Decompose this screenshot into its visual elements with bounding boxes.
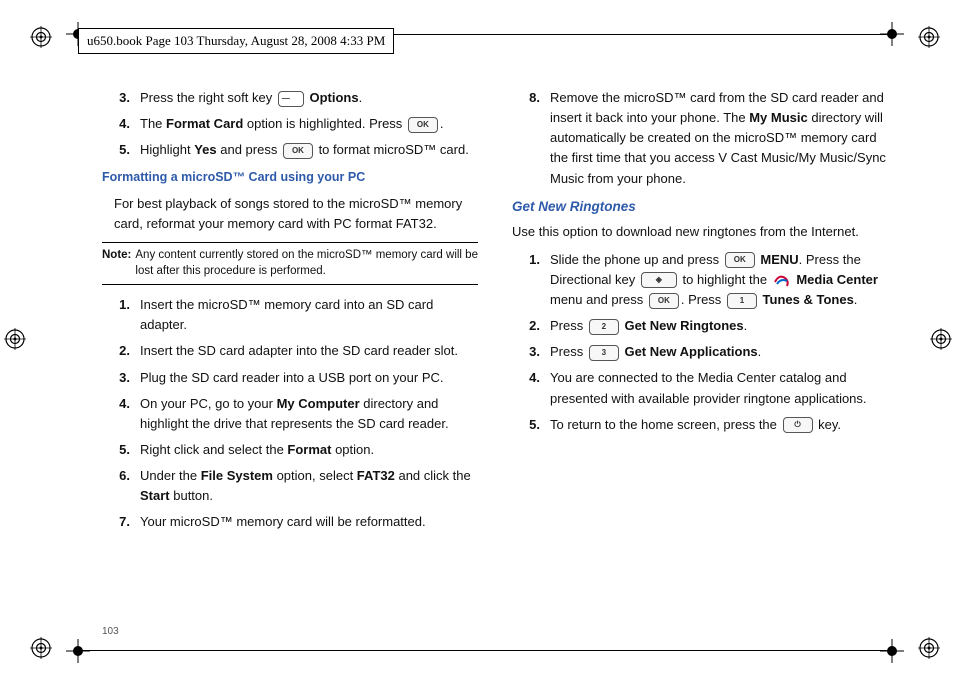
crop-mark-icon [880,639,904,663]
left-column: 3. Press the right soft key — Options. 4… [102,88,478,539]
ok-key-icon: OK [283,143,313,159]
ok-key-icon: OK [725,252,755,268]
section-heading: Formatting a microSD™ Card using your PC [102,168,478,187]
list-item: 3.Plug the SD card reader into a USB por… [102,368,478,388]
ok-key-icon: OK [408,117,438,133]
right-column: 8. Remove the microSD™ card from the SD … [512,88,888,539]
paragraph: Use this option to download new ringtone… [512,222,888,242]
media-center-swirl-icon [773,272,791,288]
directional-key-icon: ◈ [641,272,677,288]
list-item: 1. Slide the phone up and press OK MENU.… [512,250,888,310]
page-header: u650.book Page 103 Thursday, August 28, … [78,28,394,54]
reg-mark-icon [4,328,26,350]
list-item: 1.Insert the microSD™ memory card into a… [102,295,478,335]
list-item: 8. Remove the microSD™ card from the SD … [512,88,888,189]
paragraph: For best playback of songs stored to the… [114,194,478,234]
right-soft-key-icon: — [278,91,304,107]
list-item: 2. Press 2 Get New Ringtones. [512,316,888,336]
list-item: 7.Your microSD™ memory card will be refo… [102,512,478,532]
reg-mark-icon [30,26,52,48]
reg-mark-icon [918,637,940,659]
crop-mark-icon [66,639,90,663]
reg-mark-icon [30,637,52,659]
section-heading: Get New Ringtones [512,197,888,218]
list-item: 5. Highlight Yes and press OK to format … [102,140,478,160]
one-key-icon: 1 [727,293,757,309]
list-item: 6. Under the File System option, select … [102,466,478,506]
list-item: 5. To return to the home screen, press t… [512,415,888,435]
end-key-icon: ⏻ [783,417,813,433]
reg-mark-icon [930,328,952,350]
two-key-icon: 2 [589,319,619,335]
page-number: 103 [102,626,119,637]
list-item: 4. On your PC, go to your My Computer di… [102,394,478,434]
list-item: 3. Press the right soft key — Options. [102,88,478,108]
list-item: 5. Right click and select the Format opt… [102,440,478,460]
note-block: Note: Any content currently stored on th… [102,242,478,285]
three-key-icon: 3 [589,345,619,361]
list-item: 2.Insert the SD card adapter into the SD… [102,341,478,361]
ok-key-icon: OK [649,293,679,309]
list-item: 3. Press 3 Get New Applications. [512,342,888,362]
reg-mark-icon [918,26,940,48]
list-item: 4.You are connected to the Media Center … [512,368,888,408]
list-item: 4. The Format Card option is highlighted… [102,114,478,134]
